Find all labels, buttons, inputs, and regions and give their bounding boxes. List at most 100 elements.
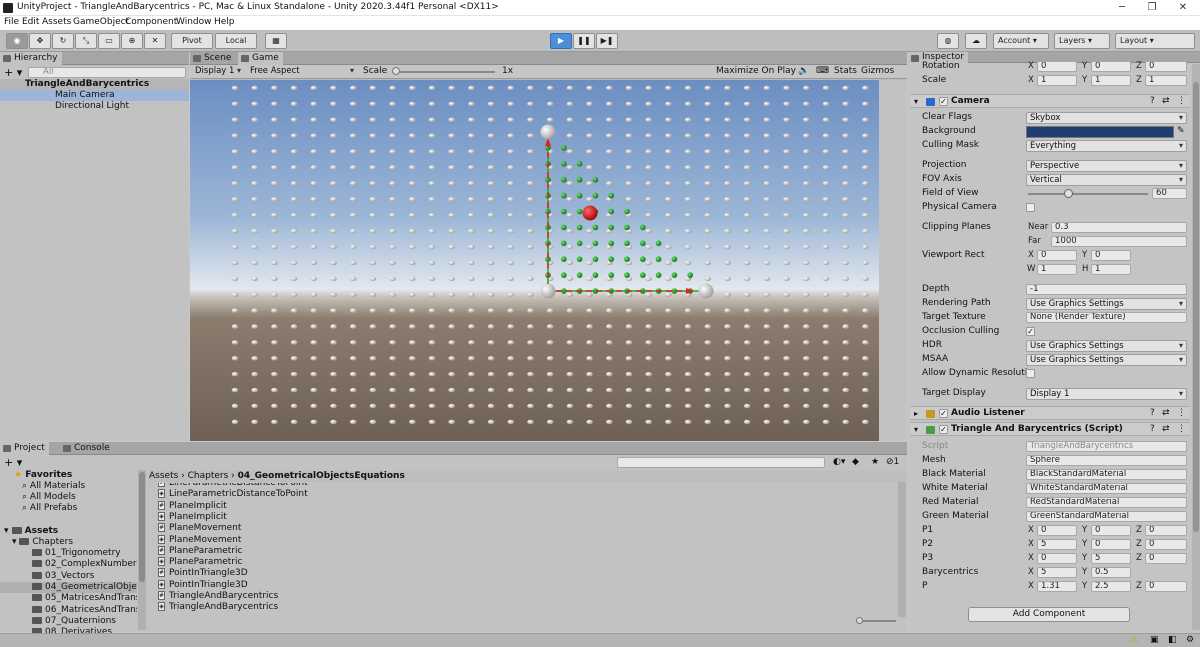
tab-scene[interactable]: Scene <box>190 52 235 65</box>
scale-y-field[interactable]: 1 <box>1091 75 1131 86</box>
help-icon[interactable]: ? <box>1150 408 1155 418</box>
add-component-button[interactable]: Add Component <box>968 607 1130 622</box>
preset-icon[interactable]: ⇄ <box>1162 408 1170 418</box>
play-button[interactable]: ▶ <box>550 33 572 49</box>
breadcrumb-chapters[interactable]: Chapters <box>188 471 229 481</box>
file-item[interactable]: ◈ PlaneImplicit <box>158 511 227 523</box>
menu-gameobject[interactable]: GameObject <box>73 17 129 27</box>
breadcrumb-current[interactable]: 04_GeometricalObjectsEquations <box>238 471 405 481</box>
p3-x-field[interactable]: 0 <box>1037 553 1077 564</box>
culling-mask-dropdown[interactable]: Everything <box>1026 140 1187 152</box>
bug-icon[interactable]: ⚙ <box>1186 635 1194 645</box>
chapters-folder[interactable]: ▾ Chapters <box>12 537 73 548</box>
project-search-input[interactable] <box>617 457 825 468</box>
background-color-field[interactable] <box>1026 126 1174 138</box>
layers-dropdown[interactable]: Layers ▾ <box>1054 33 1110 49</box>
foldout-arrow-icon[interactable]: ▾ <box>914 425 918 434</box>
component-menu-icon[interactable]: ⋮ <box>1177 96 1186 106</box>
audio-listener-header[interactable]: ▸ ✓ Audio Listener ? ⇄ ⋮ <box>910 406 1190 420</box>
p1-y-field[interactable]: 0 <box>1091 525 1131 536</box>
projection-dropdown[interactable]: Perspective <box>1026 160 1187 172</box>
assets-folder[interactable]: ▾ Assets <box>4 526 58 537</box>
display-dropdown[interactable]: Display 1 <box>192 66 244 78</box>
foldout-arrow-icon[interactable]: ▾ <box>914 97 918 106</box>
p2-x-field[interactable]: 5 <box>1037 539 1077 550</box>
folder-item[interactable]: 05_MatricesAndTransf <box>0 593 137 604</box>
file-item[interactable]: # PointInTriangle3D <box>158 568 248 579</box>
search-by-label-icon[interactable]: ◆ <box>852 457 859 468</box>
target-display-dropdown[interactable]: Display 1 <box>1026 388 1187 400</box>
file-item[interactable]: ◈ LineParametricDistanceToPoint <box>158 489 308 500</box>
folder-item[interactable]: 01_Trigonometry <box>0 548 137 559</box>
layout-dropdown[interactable]: Layout ▾ <box>1115 33 1195 49</box>
rect-tool-icon[interactable]: ▭ <box>98 33 120 49</box>
grid-snap-icon[interactable]: ▦ <box>265 33 287 49</box>
hidden-packages-icon[interactable]: ⊘1 <box>886 457 899 468</box>
file-item[interactable]: ◈ PlaneMovement <box>158 534 241 546</box>
menu-window[interactable]: Window <box>176 17 212 27</box>
rotate-tool-icon[interactable]: ↻ <box>52 33 74 49</box>
maximize-on-play-toggle[interactable]: Maximize On Play <box>716 66 796 77</box>
folder-item[interactable]: 03_Vectors <box>0 571 137 582</box>
file-item[interactable]: # TriangleAndBarycentrics <box>158 591 278 602</box>
dynamic-resolution-checkbox[interactable] <box>1026 369 1035 378</box>
folder-item[interactable]: 04_GeometricalObject <box>0 581 137 593</box>
p-x-field[interactable]: 1.31 <box>1037 581 1077 592</box>
favorite-all-prefabs[interactable]: ⌕ All Prefabs <box>22 503 77 514</box>
restore-icon[interactable]: ❐ <box>1137 0 1167 16</box>
p3-z-field[interactable]: 0 <box>1145 553 1187 564</box>
hierarchy-search-input[interactable]: All <box>28 67 186 78</box>
fov-slider-handle[interactable] <box>1063 189 1073 198</box>
custom-tool-icon[interactable]: ✕ <box>144 33 166 49</box>
folder-item[interactable]: 02_ComplexNumbers <box>0 559 137 570</box>
p3-y-field[interactable]: 5 <box>1091 553 1131 564</box>
progress-icon[interactable]: ▣ <box>1150 635 1159 645</box>
green-material-field[interactable]: GreenStandardMaterial <box>1026 511 1187 522</box>
viewport-x-field[interactable]: 0 <box>1037 250 1077 261</box>
account-dropdown[interactable]: Account ▾ <box>993 33 1049 49</box>
file-item[interactable]: ◈ PointInTriangle3D <box>158 579 248 591</box>
icon-size-slider[interactable] <box>858 620 896 622</box>
far-field[interactable]: 1000 <box>1051 236 1187 247</box>
breadcrumb-assets[interactable]: Assets <box>149 471 178 481</box>
near-field[interactable]: 0.3 <box>1051 222 1187 233</box>
tab-hierarchy[interactable]: Hierarchy <box>0 52 62 65</box>
transform-tool-icon[interactable]: ⊕ <box>121 33 143 49</box>
mesh-field[interactable]: Sphere <box>1026 455 1187 466</box>
hierarchy-item-main-camera[interactable]: Main Camera <box>0 90 189 101</box>
minimize-icon[interactable]: ─ <box>1107 0 1137 16</box>
step-button[interactable]: ▶❚ <box>596 33 618 49</box>
help-icon[interactable]: ? <box>1150 424 1155 434</box>
audio-listener-enabled-checkbox[interactable]: ✓ <box>939 409 948 418</box>
menu-component[interactable]: Component <box>125 17 177 27</box>
project-create-button[interactable]: + ▾ <box>4 457 22 468</box>
viewport-y-field[interactable]: 0 <box>1091 250 1131 261</box>
fov-field[interactable]: 60 <box>1152 188 1187 199</box>
menu-file[interactable]: File <box>4 17 19 27</box>
favorite-all-materials[interactable]: ⌕ All Materials <box>22 481 85 492</box>
file-item[interactable]: ◈ PlaneParametric <box>158 557 242 568</box>
barycentrics-x-field[interactable]: 5 <box>1037 567 1077 578</box>
physical-camera-checkbox[interactable] <box>1026 203 1035 212</box>
pause-button[interactable]: ❚❚ <box>573 33 595 49</box>
p2-z-field[interactable]: 0 <box>1145 539 1187 550</box>
target-texture-field[interactable]: None (Render Texture) <box>1026 312 1187 323</box>
keyboard-shortcuts-icon[interactable]: ⌨ <box>816 66 829 77</box>
create-button[interactable]: + ▾ <box>4 67 22 78</box>
fov-axis-dropdown[interactable]: Vertical <box>1026 174 1187 186</box>
mute-audio-icon[interactable]: 🔈 <box>798 66 809 77</box>
occlusion-culling-checkbox[interactable]: ✓ <box>1026 327 1035 336</box>
cloud-icon[interactable]: ☁ <box>965 33 987 49</box>
collab-icon[interactable]: ◍ <box>937 33 959 49</box>
icon-size-slider-handle[interactable] <box>856 617 863 624</box>
rotation-x-field[interactable]: 0 <box>1037 61 1077 72</box>
tab-game[interactable]: Game <box>238 52 283 65</box>
p1-z-field[interactable]: 0 <box>1145 525 1187 536</box>
tab-project[interactable]: Project <box>0 442 49 455</box>
p1-x-field[interactable]: 0 <box>1037 525 1077 536</box>
scale-x-field[interactable]: 1 <box>1037 75 1077 86</box>
folder-item[interactable]: 06_MatricesAndTransf <box>0 605 137 616</box>
p-z-field[interactable]: 0 <box>1145 581 1187 592</box>
menu-edit[interactable]: Edit <box>22 17 39 27</box>
component-menu-icon[interactable]: ⋮ <box>1177 408 1186 418</box>
